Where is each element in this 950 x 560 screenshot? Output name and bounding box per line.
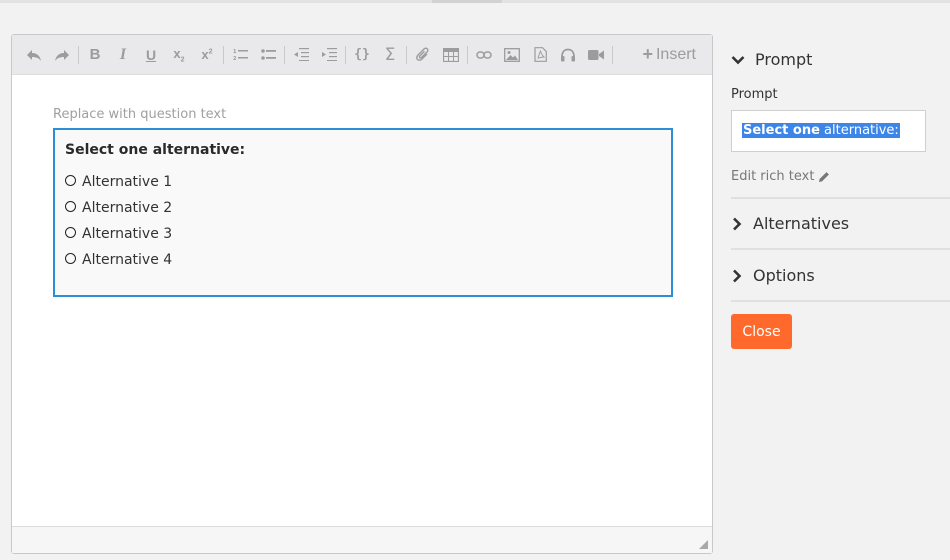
edit-rich-text-link[interactable]: Edit rich text xyxy=(731,169,830,184)
plus-icon: + xyxy=(642,44,653,64)
chevron-right-icon xyxy=(731,269,743,283)
bold-icon[interactable]: B xyxy=(81,35,109,75)
image-icon[interactable] xyxy=(498,35,526,75)
prompt-value-bold: Select one xyxy=(743,123,820,138)
unordered-list-icon[interactable] xyxy=(254,35,282,75)
toolbar-separator xyxy=(223,45,224,64)
prompt-value-rest: alternative: xyxy=(819,123,899,138)
alternative-label: Alternative 3 xyxy=(82,226,173,242)
toolbar-separator xyxy=(612,45,613,64)
radio-icon xyxy=(65,175,76,186)
pencil-icon xyxy=(819,171,830,182)
insert-button[interactable]: + Insert xyxy=(642,44,696,65)
prompt-section-title: Prompt xyxy=(755,50,813,69)
radio-icon xyxy=(65,253,76,264)
radio-icon xyxy=(65,227,76,238)
top-strip-notch xyxy=(432,0,502,3)
radio-icon xyxy=(65,201,76,212)
code-icon[interactable]: {} xyxy=(348,35,376,75)
options-section-title: Options xyxy=(753,266,815,285)
link-icon[interactable] xyxy=(470,35,498,75)
prompt-input-value: Select one alternative: xyxy=(742,123,900,138)
video-icon[interactable] xyxy=(582,35,610,75)
italic-icon[interactable]: I xyxy=(109,35,137,75)
pdf-icon[interactable] xyxy=(526,35,554,75)
ordered-list-icon[interactable]: 12 xyxy=(226,35,254,75)
alternative-item[interactable]: Alternative 4 xyxy=(65,252,172,268)
alternative-label: Alternative 4 xyxy=(82,252,173,268)
insert-label: Insert xyxy=(655,45,696,63)
svg-text:2: 2 xyxy=(233,56,237,62)
toolbar-separator xyxy=(78,45,79,64)
alternative-item[interactable]: Alternative 2 xyxy=(65,200,172,216)
alternatives-section-title: Alternatives xyxy=(753,214,850,233)
question-content-area[interactable]: Select one alternative: Alternative 1 Al… xyxy=(53,128,673,297)
alternatives-section-header[interactable]: Alternatives xyxy=(731,214,849,233)
close-button[interactable]: Close xyxy=(731,314,792,349)
prompt-section-header[interactable]: Prompt xyxy=(731,50,812,69)
sigma-icon[interactable]: Σ xyxy=(376,35,404,75)
alternative-item[interactable]: Alternative 1 xyxy=(65,174,172,190)
top-strip xyxy=(0,0,950,3)
question-placeholder: Replace with question text xyxy=(53,107,227,122)
attachment-icon[interactable] xyxy=(409,35,437,75)
panel-divider xyxy=(731,197,950,199)
svg-text:1: 1 xyxy=(233,49,237,55)
toolbar-separator xyxy=(345,45,346,64)
alternative-label: Alternative 2 xyxy=(82,200,173,216)
options-section-header[interactable]: Options xyxy=(731,266,815,285)
alternative-label: Alternative 1 xyxy=(82,174,173,190)
editor-toolbar: B I U x2 x2 12 {} Σ + Insert xyxy=(12,35,712,75)
audio-icon[interactable] xyxy=(554,35,582,75)
chevron-down-icon xyxy=(731,55,745,65)
superscript-icon[interactable]: x2 xyxy=(193,35,221,75)
subscript-icon[interactable]: x2 xyxy=(165,35,193,75)
undo-icon[interactable] xyxy=(20,35,48,75)
rich-text-editor: B I U x2 x2 12 {} Σ + Insert Replace wit… xyxy=(11,34,713,554)
question-prompt: Select one alternative: xyxy=(65,142,246,158)
toolbar-separator xyxy=(284,45,285,64)
indent-icon[interactable] xyxy=(315,35,343,75)
chevron-right-icon xyxy=(731,217,743,231)
toolbar-separator xyxy=(406,45,407,64)
alternative-item[interactable]: Alternative 3 xyxy=(65,226,172,242)
panel-divider xyxy=(731,248,950,250)
underline-icon[interactable]: U xyxy=(137,35,165,75)
editor-statusbar xyxy=(12,526,712,553)
resize-handle-icon[interactable] xyxy=(699,540,708,549)
panel-divider xyxy=(731,300,950,302)
table-icon[interactable] xyxy=(437,35,465,75)
edit-rich-text-label: Edit rich text xyxy=(731,169,815,184)
prompt-field-label: Prompt xyxy=(731,87,778,102)
prompt-input[interactable]: Select one alternative: xyxy=(731,110,926,152)
redo-icon[interactable] xyxy=(48,35,76,75)
outdent-icon[interactable] xyxy=(287,35,315,75)
toolbar-separator xyxy=(467,45,468,64)
